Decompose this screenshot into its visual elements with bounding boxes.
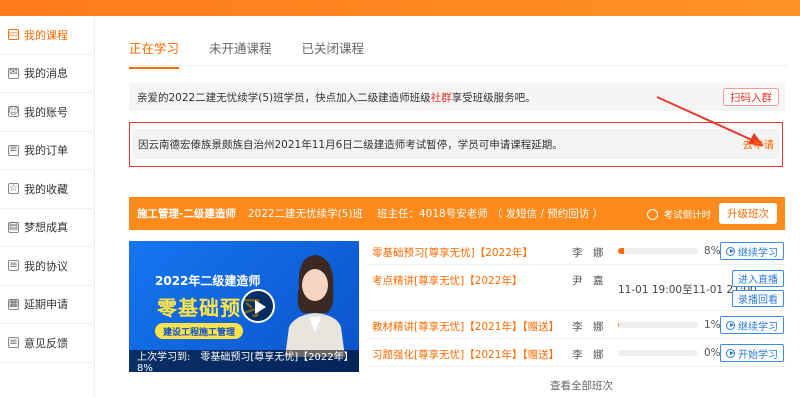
lesson-name[interactable]: 考点精讲[尊享无忧]【2022年】 <box>372 273 522 288</box>
sidebar-item-label: 我的收藏 <box>24 182 68 196</box>
head-teacher: 班主任：4018号安老师 <box>376 208 488 220</box>
sidebar: ▭ 我的课程 ✉ 我的消息 ☺ 我的账号 ≡ 我的订单 ☆ 我的收藏 ▤ 梦想成真 ≡ 我的协… <box>0 16 92 397</box>
lesson-row: 习题强化[尊享无忧]【2021年】【赠送】 李 娜 0% 开始学习 <box>366 339 786 367</box>
lesson-row: 考点精讲[尊享无忧]【2022年】 尹 嘉 11-01 19:00至11-01 … <box>366 265 786 311</box>
exam-countdown[interactable]: 考试倒计时 <box>647 207 711 221</box>
contact-links[interactable]: （ 发短信 / 预约回访 ） <box>492 206 603 221</box>
exam-postpone-notice: 因云南德宏傣族景颇族自治州2021年11月6日二级建造师考试暂停，学员可申请课程… <box>129 122 783 167</box>
lesson-teacher: 尹 嘉 <box>572 275 604 287</box>
lesson-name[interactable]: 零基础预习[尊享无忧]【2022年】 <box>372 245 533 260</box>
sidebar-item-account[interactable]: ☺ 我的账号 <box>0 93 92 132</box>
progress-bar <box>618 248 698 254</box>
start-study-button[interactable]: 开始学习 <box>720 344 784 362</box>
notice-text: 亲爱的2022二建无忧续学(5)班学员，快点加入二级建造师班级社群享受班级服务吧… <box>137 91 536 104</box>
book-icon: ▤ <box>8 221 19 233</box>
monitor-icon: ▭ <box>8 28 19 41</box>
sidebar-item-label: 我的消息 <box>24 67 68 81</box>
sidebar-item-label: 延期申请 <box>24 298 68 312</box>
clock-icon <box>647 208 659 220</box>
sidebar-item-feedback[interactable]: ≡ 意见反馈 <box>0 324 92 363</box>
mail-icon: ✉ <box>8 67 19 79</box>
replay-button[interactable]: 录播回看 <box>732 290 784 307</box>
sidebar-item-my-courses[interactable]: ▭ 我的课程 <box>0 16 92 55</box>
lesson-list: 零基础预习[尊享无忧]【2022年】 李 娜 8% 继续学习 考点精讲[尊享无忧… <box>366 237 786 367</box>
tab-divider <box>129 65 787 66</box>
sidebar-item-extension[interactable]: ▦ 延期申请 <box>0 286 92 324</box>
progress-bar <box>618 322 698 328</box>
play-circle-icon <box>726 246 735 256</box>
scan-join-button[interactable]: 扫码入群 <box>723 88 779 106</box>
course-header: 施工管理-二级建造师 2022二建无忧续学(5)班 班主任：4018号安老师 （… <box>129 197 785 230</box>
cover-subject-pill: 建设工程施工管理 <box>155 323 244 339</box>
play-circle-icon <box>726 348 735 358</box>
continue-study-button[interactable]: 继续学习 <box>720 316 784 334</box>
teacher-photo <box>285 255 345 357</box>
sidebar-item-label: 梦想成真 <box>24 221 68 235</box>
progress-bar <box>618 350 698 356</box>
calendar-icon: ▦ <box>8 298 19 310</box>
view-all-classes-link[interactable]: 查看全部班次 <box>550 378 613 393</box>
sidebar-item-dreams[interactable]: ▤ 梦想成真 <box>0 209 92 247</box>
lesson-name[interactable]: 教材精讲[尊享无忧]【2021年】【赠送】 <box>372 319 559 334</box>
lesson-teacher: 李 娜 <box>572 247 604 259</box>
progress-percent: 0% <box>704 347 721 359</box>
document-icon: ≡ <box>8 259 19 272</box>
lesson-row: 零基础预习[尊享无忧]【2022年】 李 娜 8% 继续学习 <box>366 237 786 265</box>
sidebar-item-label: 我的账号 <box>24 105 68 119</box>
sidebar-divider <box>94 16 95 397</box>
sidebar-item-messages[interactable]: ✉ 我的消息 <box>0 55 92 93</box>
feedback-icon: ≡ <box>8 336 19 349</box>
enter-live-button[interactable]: 进入直播 <box>732 270 784 287</box>
sidebar-item-label: 我的协议 <box>24 259 68 273</box>
community-highlight: 社群 <box>430 91 452 104</box>
last-study-caption: 上次学习到: 零基础预习[尊享无忧]【2022年】 8% <box>129 350 359 372</box>
course-cover[interactable]: 2022年二级建造师 零基础预习 建设工程施工管理 上次学习到: 零基础预习[尊… <box>129 241 359 372</box>
community-notice: 亲爱的2022二建无忧续学(5)班学员，快点加入二级建造师班级社群享受班级服务吧… <box>129 83 785 111</box>
upgrade-class-button[interactable]: 升级班次 <box>719 203 777 224</box>
sidebar-item-favorites[interactable]: ☆ 我的收藏 <box>0 170 92 209</box>
top-banner <box>0 0 800 16</box>
order-icon: ≡ <box>8 144 19 156</box>
postpone-text: 因云南德宏傣族景颇族自治州2021年11月6日二级建造师考试暂停，学员可申请课程… <box>138 139 563 151</box>
sidebar-item-label: 我的课程 <box>24 28 68 42</box>
play-circle-icon <box>726 320 735 330</box>
apply-link[interactable]: 去申请 <box>743 137 775 152</box>
lesson-teacher: 李 娜 <box>572 349 604 361</box>
sidebar-item-label: 我的订单 <box>24 144 68 158</box>
course-name: 施工管理-二级建造师 <box>137 208 236 220</box>
lesson-teacher: 李 娜 <box>572 321 604 333</box>
cover-year-title: 2022年二级建造师 <box>155 274 261 288</box>
progress-percent: 8% <box>704 245 721 257</box>
sidebar-item-agreements[interactable]: ≡ 我的协议 <box>0 247 92 286</box>
continue-study-button[interactable]: 继续学习 <box>720 242 784 260</box>
lesson-name[interactable]: 习题强化[尊享无忧]【2021年】【赠送】 <box>372 347 559 362</box>
sidebar-item-orders[interactable]: ≡ 我的订单 <box>0 132 92 170</box>
user-icon: ☺ <box>8 105 19 118</box>
progress-percent: 1% <box>704 319 721 331</box>
lesson-row: 教材精讲[尊享无忧]【2021年】【赠送】 李 娜 1% 继续学习 <box>366 311 786 339</box>
class-name: 2022二建无忧续学(5)班 <box>247 208 363 220</box>
play-icon[interactable] <box>241 289 275 323</box>
sidebar-item-label: 意见反馈 <box>24 336 68 350</box>
star-icon: ☆ <box>8 182 19 195</box>
